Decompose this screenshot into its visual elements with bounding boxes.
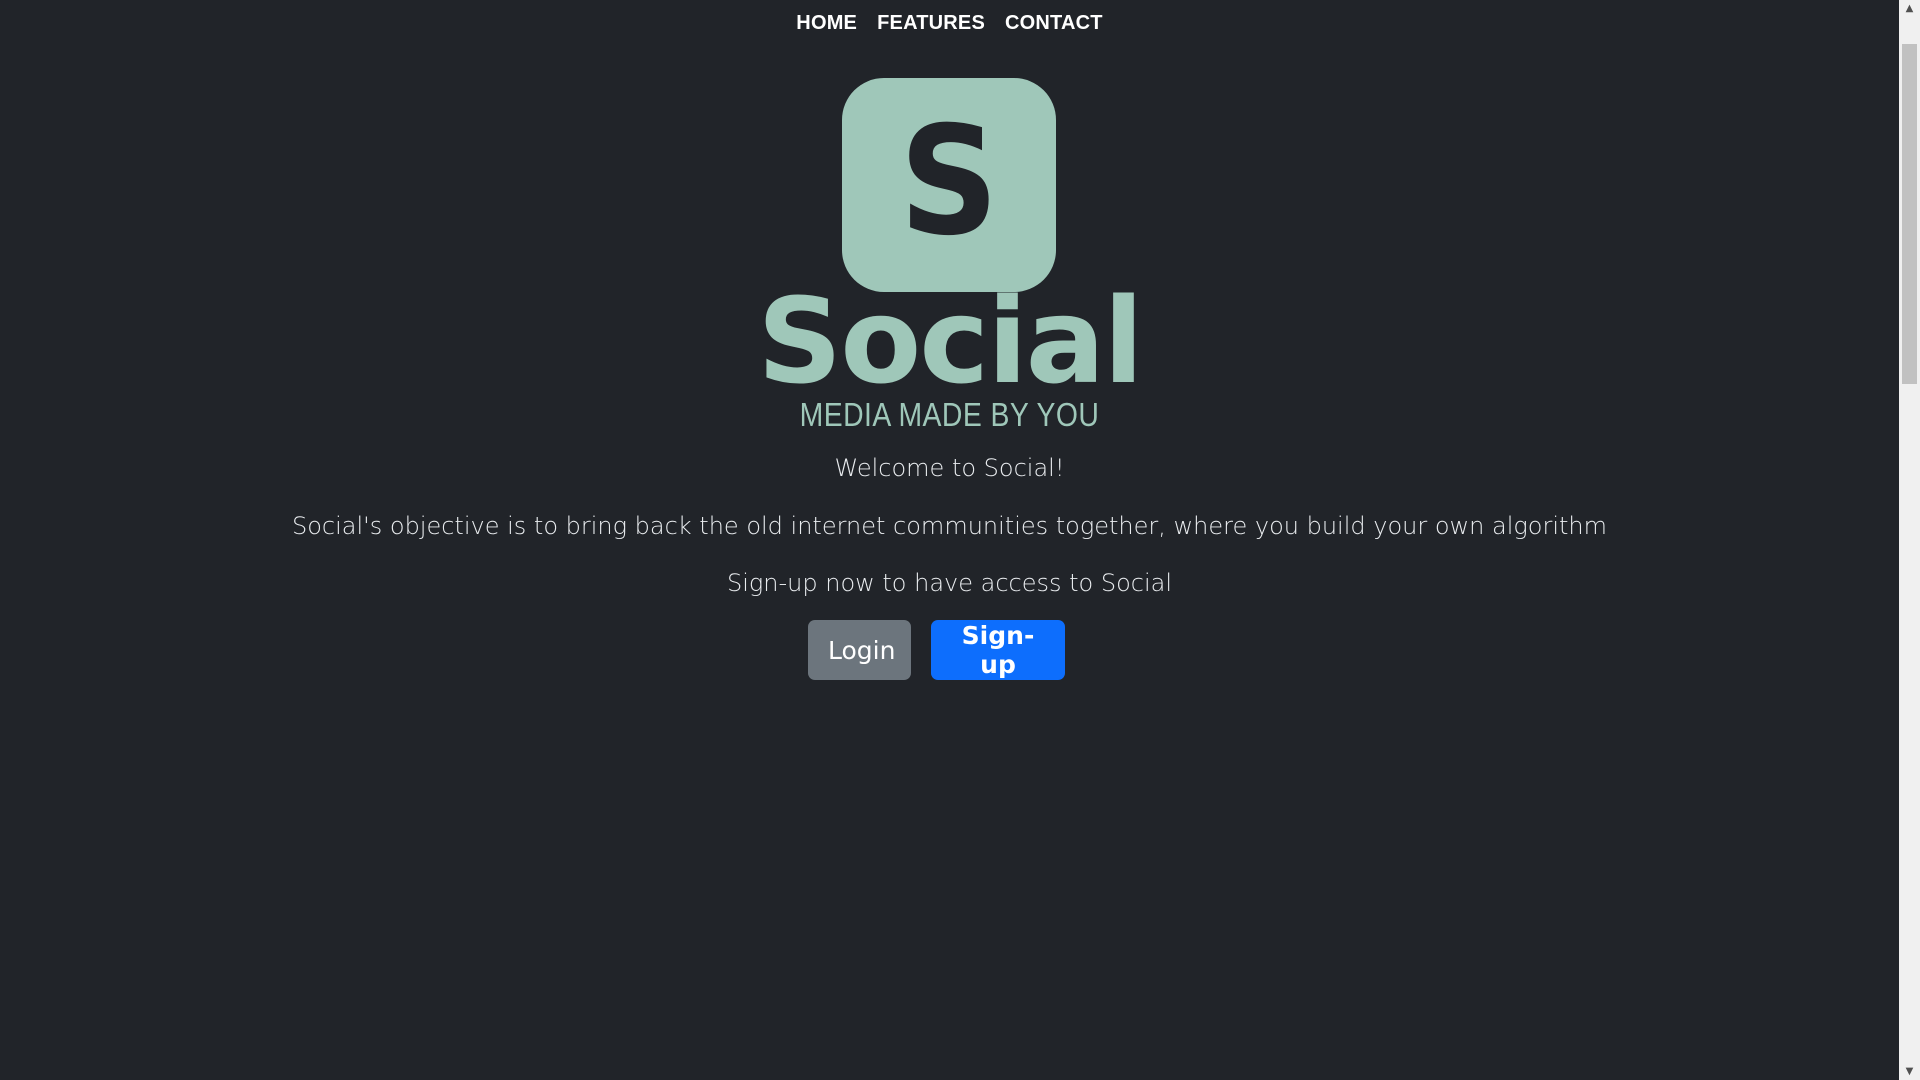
login-button[interactable]: Login (808, 620, 911, 680)
auth-buttons: Login Sign-up (0, 620, 1899, 680)
vertical-scrollbar[interactable]: ▲ ▼ (1899, 0, 1920, 1080)
landing-page: HOME FEATURES CONTACT S Social MEDIA MAD… (0, 0, 1899, 1080)
signup-prompt-text: Sign-up now to have access to Social (726, 569, 1173, 597)
objective-text: Social's objective is to bring back the … (292, 512, 1607, 540)
welcome-text: Welcome to Social! (834, 454, 1065, 482)
logo-letter: S (899, 95, 999, 269)
social-logo-icon: S (842, 78, 1056, 292)
nav-link-home[interactable]: HOME (796, 12, 857, 35)
top-navigation: HOME FEATURES CONTACT (0, 12, 1899, 35)
nav-link-contact[interactable]: CONTACT (1005, 12, 1103, 35)
scrollbar-thumb[interactable] (1902, 44, 1917, 384)
scroll-down-arrow-icon[interactable]: ▼ (1899, 1063, 1920, 1080)
brand-name: Social (757, 272, 1144, 410)
scroll-up-arrow-icon[interactable]: ▲ (1899, 0, 1920, 17)
signup-button[interactable]: Sign-up (931, 620, 1065, 680)
brand-tagline: MEDIA MADE BY YOU (799, 396, 1100, 433)
nav-link-features[interactable]: FEATURES (877, 12, 985, 35)
